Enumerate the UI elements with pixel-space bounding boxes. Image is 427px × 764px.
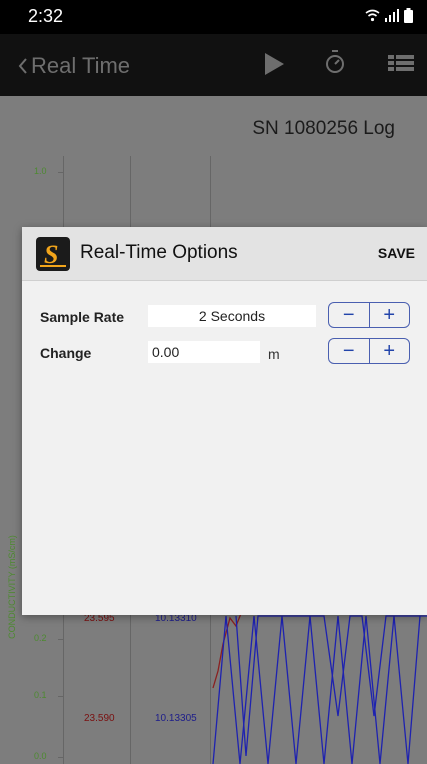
dialog-header: S Real-Time Options SAVE bbox=[22, 227, 427, 281]
play-icon[interactable] bbox=[263, 52, 285, 76]
toolbar-title: Real Time bbox=[31, 53, 131, 78]
sample-rate-label: Sample Rate bbox=[40, 309, 125, 325]
change-unit: m bbox=[268, 346, 280, 362]
list-icon[interactable] bbox=[388, 55, 414, 71]
sample-rate-decrease-button[interactable]: − bbox=[329, 303, 369, 327]
sample-rate-stepper: − + bbox=[328, 302, 410, 328]
sample-rate-field[interactable]: 2 Seconds bbox=[148, 305, 316, 327]
back-button[interactable]: Real Time bbox=[18, 53, 130, 79]
battery-icon bbox=[404, 8, 413, 23]
chevron-left-icon bbox=[18, 58, 27, 74]
app-logo: S bbox=[36, 237, 70, 271]
wifi-icon bbox=[365, 9, 380, 22]
stopwatch-icon[interactable] bbox=[325, 50, 345, 74]
svg-text:S: S bbox=[44, 240, 58, 269]
blue-series-line-2 bbox=[212, 615, 421, 764]
real-time-options-dialog: S Real-Time Options SAVE Sample Rate 2 S… bbox=[22, 227, 427, 615]
sample-rate-increase-button[interactable]: + bbox=[368, 303, 410, 327]
status-time: 2:32 bbox=[28, 6, 64, 26]
s-logo-icon: S bbox=[40, 240, 66, 269]
change-decrease-button[interactable]: − bbox=[329, 339, 369, 363]
save-button[interactable]: SAVE bbox=[378, 245, 415, 261]
status-bar: 2:32 bbox=[0, 0, 427, 34]
signal-icon bbox=[385, 9, 399, 22]
change-label: Change bbox=[40, 345, 92, 361]
change-input[interactable]: 0.00 bbox=[148, 341, 260, 363]
dialog-title: Real-Time Options bbox=[80, 242, 238, 263]
app-toolbar: Real Time bbox=[0, 34, 427, 96]
status-icons bbox=[365, 8, 413, 23]
change-stepper: − + bbox=[328, 338, 410, 364]
change-increase-button[interactable]: + bbox=[368, 339, 410, 363]
